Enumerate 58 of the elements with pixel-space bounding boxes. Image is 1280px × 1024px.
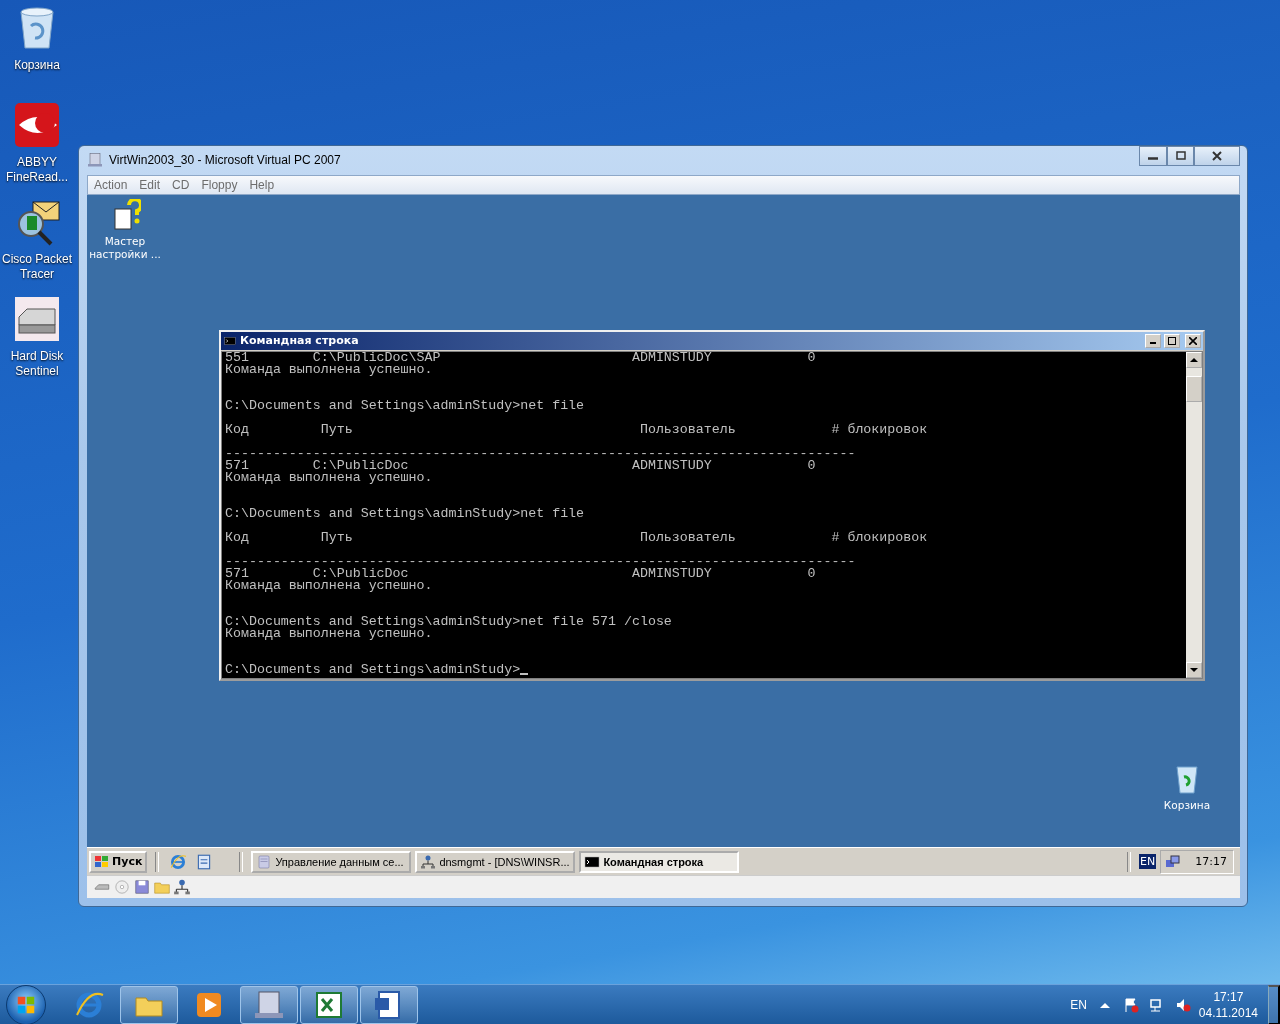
minimize-icon bbox=[1150, 341, 1156, 344]
windows-logo-icon bbox=[94, 853, 110, 870]
desktop-icon-label[interactable]: ABBYY FineRead... bbox=[0, 155, 74, 185]
console-line: C:\Documents and Settings\adminStudy>net file bbox=[225, 397, 585, 413]
console-icon bbox=[223, 334, 237, 347]
network-icon[interactable] bbox=[1165, 853, 1182, 870]
console-line: Код Путь Пользователь # блокировок bbox=[225, 529, 928, 545]
clock: 17:17 bbox=[1195, 855, 1227, 869]
scroll-thumb[interactable] bbox=[1186, 375, 1202, 402]
maximize-icon bbox=[1175, 151, 1186, 161]
close-icon bbox=[1189, 336, 1197, 345]
maximize-icon bbox=[1168, 336, 1176, 345]
window-title: VirtWin2003_30 - Microsoft Virtual PC 2007 bbox=[109, 153, 342, 168]
network-icon[interactable] bbox=[173, 878, 191, 896]
language-indicator[interactable]: EN bbox=[1070, 997, 1087, 1012]
console-line: Код Путь Пользователь # блокировок bbox=[225, 421, 928, 437]
clock-time: 17:17 bbox=[1213, 988, 1244, 1005]
scroll-up-button[interactable] bbox=[1186, 351, 1202, 368]
taskbar-button[interactable]: Управление данным се... bbox=[251, 850, 412, 873]
up-arrow-icon bbox=[1190, 356, 1198, 363]
taskbar-app-button[interactable] bbox=[240, 985, 298, 1024]
taskbar-button[interactable]: Командная строка bbox=[579, 850, 740, 873]
down-arrow-icon bbox=[1190, 666, 1198, 673]
console-line: C:\Documents and Settings\adminStudy> bbox=[225, 661, 521, 677]
clock[interactable]: 17:17 04.11.2014 bbox=[1198, 988, 1258, 1021]
language-indicator[interactable]: EN bbox=[1139, 854, 1157, 870]
desktop-icon-label[interactable]: Hard Disk Sentinel bbox=[0, 349, 74, 379]
scrollbar[interactable] bbox=[1186, 351, 1202, 678]
desktop-icon-label[interactable]: Корзина bbox=[1163, 798, 1211, 812]
menu-item[interactable]: Edit bbox=[133, 177, 167, 192]
taskbar-app-button[interactable] bbox=[300, 985, 358, 1024]
flag-icon[interactable] bbox=[1122, 996, 1139, 1013]
desktop-icon-label[interactable]: Cisco Packet Tracer bbox=[0, 252, 74, 282]
close-button[interactable] bbox=[1194, 146, 1240, 166]
console-title: Командная строка bbox=[240, 334, 360, 348]
console-icon bbox=[584, 853, 601, 870]
console-line: C:\Documents and Settings\adminStudy>net file 571 /close bbox=[225, 613, 672, 629]
menu-item[interactable]: CD bbox=[166, 177, 196, 192]
taskbar-button[interactable]: dnsmgmt - [DNS\WINSR... bbox=[415, 850, 576, 873]
taskbar-app-button[interactable] bbox=[120, 985, 178, 1024]
server-icon bbox=[256, 853, 273, 870]
desktop-icon-label[interactable]: Корзина bbox=[14, 58, 60, 73]
show-desktop-button[interactable] bbox=[1268, 984, 1280, 1024]
computer-icon bbox=[87, 152, 103, 169]
floppy-icon[interactable] bbox=[133, 878, 151, 896]
start-button[interactable] bbox=[6, 984, 46, 1024]
minimize-icon bbox=[1148, 157, 1158, 160]
taskbar-app-button[interactable] bbox=[360, 985, 418, 1024]
close-icon bbox=[1212, 151, 1222, 161]
menu-item[interactable]: Action bbox=[88, 177, 134, 192]
clock-date: 04.11.2014 bbox=[1198, 1004, 1258, 1021]
menu-item[interactable]: Floppy bbox=[195, 177, 244, 192]
network-icon bbox=[420, 853, 437, 870]
menu-item[interactable]: Help bbox=[243, 177, 281, 192]
desktop-icon-label[interactable]: Мастер настройки ... bbox=[87, 234, 163, 261]
scroll-down-button[interactable] bbox=[1186, 661, 1202, 678]
console-line: C:\Documents and Settings\adminStudy>net file bbox=[225, 505, 585, 521]
start-button[interactable]: Пуск bbox=[89, 850, 148, 873]
